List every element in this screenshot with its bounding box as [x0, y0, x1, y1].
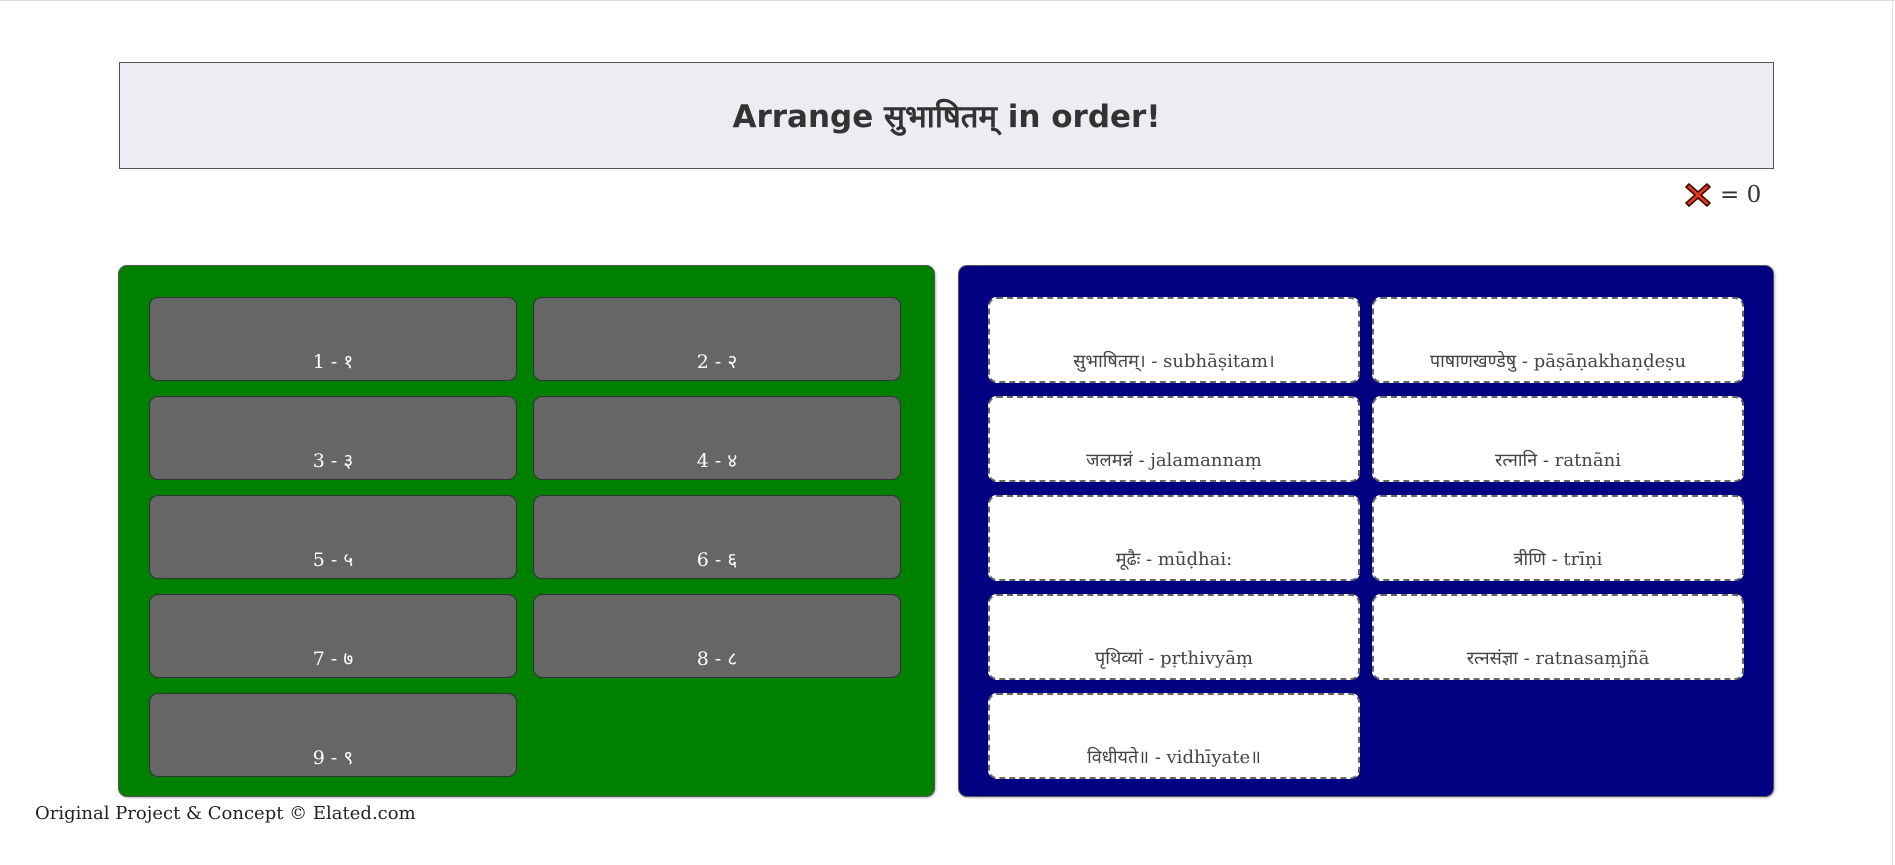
- word-card[interactable]: रत्नानि - ratnāni: [1372, 396, 1744, 482]
- answer-slot[interactable]: 6 - ६: [533, 495, 901, 579]
- answer-slot[interactable]: 8 - ८: [533, 594, 901, 678]
- answer-slot[interactable]: 7 - ७: [149, 594, 517, 678]
- page-title: Arrange सुभाषितम् in order!: [732, 98, 1161, 135]
- right-scroll-edge: [1892, 0, 1893, 865]
- wrong-moves-counter: = 0: [1684, 180, 1761, 210]
- word-card[interactable]: रत्नसंज्ञा - ratnasaṃjñā: [1372, 594, 1744, 680]
- answer-slot[interactable]: 9 - ९: [149, 693, 517, 777]
- card-label: रत्नानि - ratnāni: [1495, 450, 1621, 471]
- card-label: पाषाणखण्डेषु - pāṣāṇakhaṇḍeṣu: [1429, 351, 1687, 372]
- slot-label: 6 - ६: [696, 549, 738, 571]
- top-border: [0, 0, 1895, 1]
- slot-label: 5 - ५: [312, 549, 354, 571]
- answer-slots-panel: 1 - १ 2 - २ 3 - ३ 4 - ४ 5 - ५ 6 - ६ 7 - …: [119, 266, 934, 796]
- word-card[interactable]: मूढैः - mūḍhai:: [988, 495, 1360, 581]
- card-label: विधीयते॥ - vidhīyate॥: [1087, 747, 1261, 768]
- answer-slot[interactable]: 2 - २: [533, 297, 901, 381]
- answer-slot[interactable]: 3 - ३: [149, 396, 517, 480]
- answer-slot[interactable]: 5 - ५: [149, 495, 517, 579]
- word-card[interactable]: विधीयते॥ - vidhīyate॥: [988, 693, 1360, 779]
- word-cards-panel: सुभाषितम्। - subhāṣitam। पाषाणखण्डेषु - …: [959, 266, 1773, 796]
- red-x-icon: [1685, 183, 1711, 207]
- word-card[interactable]: पाषाणखण्डेषु - pāṣāṇakhaṇḍeṣu: [1372, 297, 1744, 383]
- slot-label: 7 - ७: [312, 648, 354, 670]
- word-card[interactable]: पृथिव्यां - pṛthivyāṃ: [988, 594, 1360, 680]
- card-label: रत्नसंज्ञा - ratnasaṃjñā: [1466, 648, 1650, 669]
- card-label: त्रीणि - trīṇi: [1513, 549, 1603, 570]
- slot-label: 2 - २: [696, 351, 738, 373]
- slot-label: 9 - ९: [312, 747, 354, 769]
- card-label: मूढैः - mūḍhai:: [1115, 549, 1233, 570]
- slot-label: 4 - ४: [696, 450, 738, 472]
- wrong-moves-count: = 0: [1720, 182, 1762, 208]
- slot-label: 1 - १: [312, 351, 354, 373]
- page-header: Arrange सुभाषितम् in order!: [119, 62, 1774, 169]
- card-label: पृथिव्यां - pṛthivyāṃ: [1094, 648, 1254, 669]
- card-label: जलमन्नं - jalamannaṃ: [1086, 450, 1262, 471]
- word-card[interactable]: त्रीणि - trīṇi: [1372, 495, 1744, 581]
- word-card[interactable]: जलमन्नं - jalamannaṃ: [988, 396, 1360, 482]
- answer-slot[interactable]: 4 - ४: [533, 396, 901, 480]
- slot-label: 8 - ८: [696, 648, 738, 670]
- slot-label: 3 - ३: [312, 450, 354, 472]
- footer-credit: Original Project & Concept © Elated.com: [35, 803, 416, 824]
- answer-slot[interactable]: 1 - १: [149, 297, 517, 381]
- card-label: सुभाषितम्। - subhāṣitam।: [1073, 351, 1275, 372]
- word-card[interactable]: सुभाषितम्। - subhāṣitam।: [988, 297, 1360, 383]
